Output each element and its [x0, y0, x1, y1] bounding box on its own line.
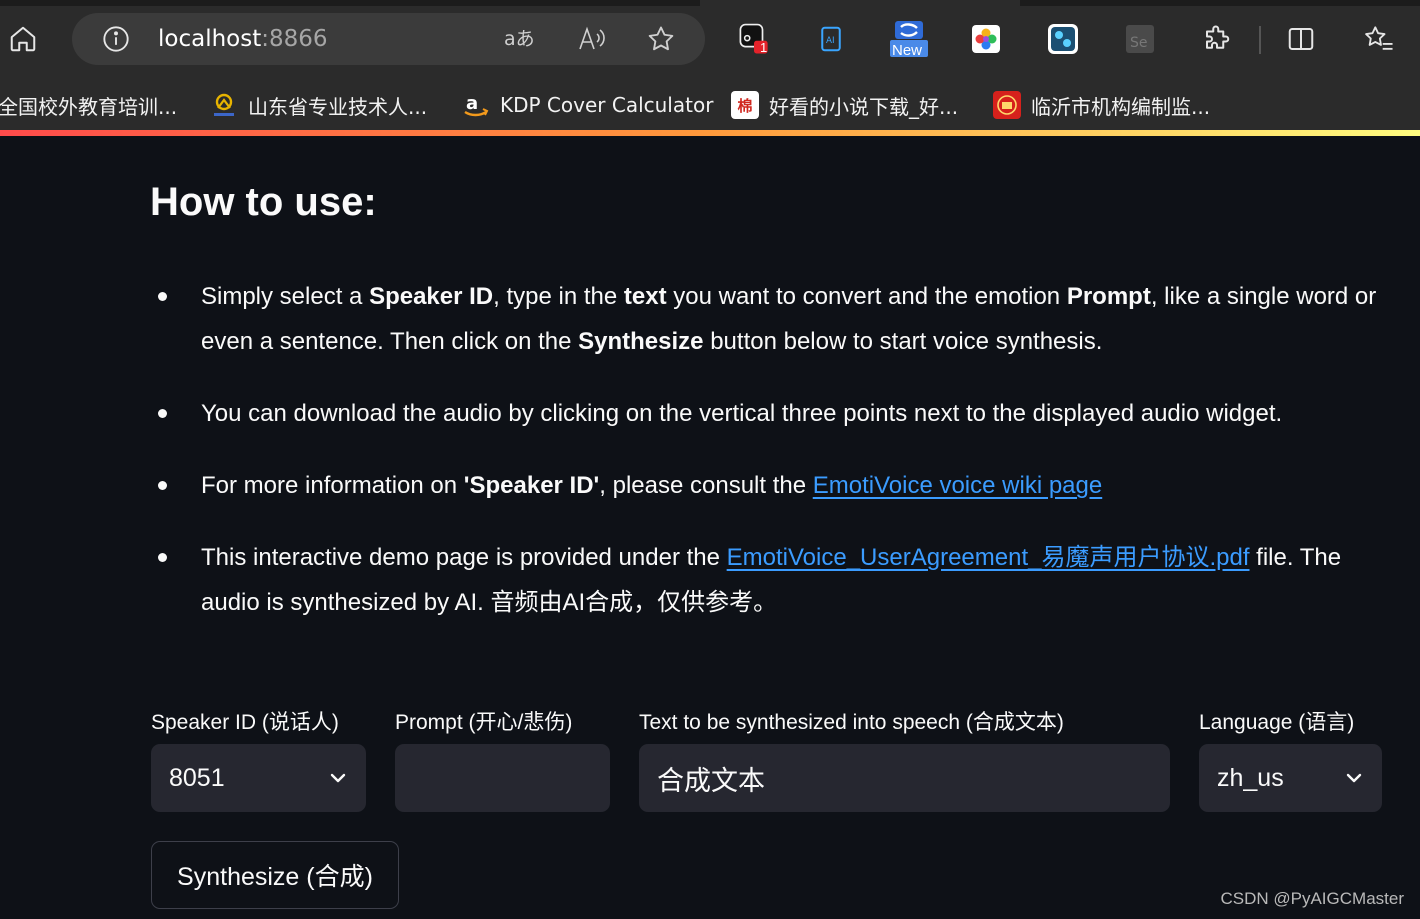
bookmarks-bar: 全国校外教育培训... 山东省专业技术人... a KDP Cover Calc…: [0, 80, 1420, 130]
language-select[interactable]: zh_us: [1199, 744, 1382, 812]
instructions-list: Simply select a Speaker ID, type in the …: [150, 274, 1390, 652]
government-icon: [993, 91, 1021, 119]
wiki-link[interactable]: EmotiVoice voice wiki page: [813, 472, 1102, 499]
instruction-emphasis: 'Speaker ID': [463, 472, 600, 499]
split-screen-button[interactable]: [1284, 22, 1318, 56]
chevron-down-icon: [330, 773, 346, 783]
prompt-label: Prompt (开心/悲伤): [395, 711, 573, 734]
instruction-text: , please consult the: [599, 472, 813, 499]
instruction-item: You can download the audio by clicking o…: [150, 391, 1390, 436]
split-screen-icon: [1288, 28, 1314, 50]
extension-button-6[interactable]: Se: [1123, 22, 1157, 56]
puzzle-app-icon: [1048, 24, 1078, 54]
address-bar[interactable]: localhost:8866 aあ: [72, 13, 705, 65]
home-icon: [10, 26, 36, 52]
bookmark-label: 山东省专业技术人...: [248, 94, 428, 119]
bookmark-item[interactable]: 山东省专业技术人...: [210, 90, 427, 120]
bookmark-item[interactable]: 棉 好看的小说下载_好...: [731, 90, 958, 120]
instruction-text: button below to start voice synthesis.: [703, 328, 1103, 355]
extension-button-3[interactable]: New: [889, 21, 929, 59]
prompt-input[interactable]: [395, 744, 610, 812]
text-input-label: Text to be synthesized into speech (合成文本…: [639, 711, 1064, 734]
url-host: localhost: [158, 26, 262, 52]
text-input[interactable]: 合成文本: [639, 744, 1170, 812]
instruction-text: You can download the audio by clicking o…: [201, 400, 1283, 427]
extension-button-1[interactable]: 1: [737, 22, 771, 56]
instruction-text: This interactive demo page is provided u…: [201, 544, 727, 571]
photos-icon: [972, 25, 1000, 53]
novel-icon: 棉: [731, 91, 759, 119]
svg-text:AI: AI: [826, 36, 835, 46]
url-text[interactable]: localhost:8866: [158, 26, 328, 52]
speaker-id-value: 8051: [169, 763, 225, 792]
amazon-icon: a: [462, 91, 490, 119]
favorites-list-icon: [1365, 26, 1393, 50]
instruction-emphasis: Prompt: [1066, 283, 1151, 310]
bookmark-label: 全国校外教育培训...: [0, 94, 178, 119]
bookmark-item[interactable]: 全国校外教育培训...: [0, 90, 177, 120]
instruction-text: you want to convert and the emotion: [666, 283, 1067, 310]
language-label: Language (语言): [1199, 711, 1355, 734]
speaker-id-select[interactable]: 8051: [151, 744, 366, 812]
favorites-button[interactable]: [1362, 22, 1396, 56]
url-port: :8866: [261, 26, 328, 52]
favorite-button[interactable]: [645, 24, 677, 54]
ai-document-icon: AI: [821, 26, 841, 52]
extension-button-4[interactable]: [969, 22, 1003, 56]
bookmark-label: 好看的小说下载_好...: [769, 94, 959, 119]
selenium-icon: Se: [1126, 25, 1154, 53]
read-aloud-icon: [579, 26, 605, 50]
extension-button-5[interactable]: [1046, 22, 1080, 56]
info-icon[interactable]: [102, 25, 130, 53]
app-content: How to use: Simply select a Speaker ID, …: [0, 136, 1420, 919]
speaker-id-label: Speaker ID (说话人): [151, 711, 339, 734]
extension-button-2[interactable]: AI: [814, 22, 848, 56]
chevron-down-icon: [1346, 773, 1362, 783]
instruction-emphasis: text: [623, 283, 667, 310]
language-value: zh_us: [1217, 763, 1284, 792]
bookmark-label: KDP Cover Calculator: [500, 93, 714, 117]
tab-strip: [0, 0, 700, 6]
extension-badge-count: 1: [760, 40, 768, 55]
extension-new-label: New: [892, 42, 923, 59]
instruction-item: For more information on 'Speaker ID', pl…: [150, 463, 1390, 508]
svg-text:aあ: aあ: [504, 28, 535, 50]
svg-text:a: a: [466, 93, 478, 114]
instruction-text: , type in the: [493, 283, 624, 310]
instruction-item: This interactive demo page is provided u…: [150, 535, 1390, 625]
star-icon: [648, 26, 674, 51]
home-button[interactable]: [6, 22, 40, 56]
synthesize-button[interactable]: Synthesize (合成): [151, 841, 399, 909]
tab-strip-right: [1020, 0, 1420, 6]
text-input-value: 合成文本: [657, 765, 765, 796]
shandong-logo-icon: [210, 91, 238, 119]
instruction-item: Simply select a Speaker ID, type in the …: [150, 274, 1390, 364]
instruction-emphasis: Synthesize: [578, 328, 704, 355]
browser-toolbar: localhost:8866 aあ 1 AI New Se: [0, 0, 1420, 80]
translate-button[interactable]: aあ: [504, 24, 536, 54]
instruction-emphasis: Speaker ID: [369, 283, 494, 310]
read-aloud-button[interactable]: [576, 24, 608, 54]
page-heading: How to use:: [150, 180, 377, 224]
translate-icon: aあ: [504, 28, 535, 50]
bookmark-item[interactable]: a KDP Cover Calculator: [462, 90, 713, 120]
user-agreement-link[interactable]: EmotiVoice_UserAgreement_易魔声用户协议.pdf: [727, 544, 1250, 571]
bookmark-item[interactable]: 临沂市机构编制监...: [993, 90, 1210, 120]
toolbar-separator: [1259, 26, 1261, 54]
instruction-text: For more information on: [201, 472, 464, 499]
puzzle-piece-icon: [1206, 25, 1230, 49]
instruction-text: Simply select a: [201, 283, 370, 310]
extensions-button[interactable]: [1200, 22, 1234, 56]
watermark: CSDN @PyAIGCMaster: [1220, 889, 1404, 908]
bookmark-label: 临沂市机构编制监...: [1031, 94, 1211, 119]
svg-text:Se: Se: [1130, 35, 1148, 51]
